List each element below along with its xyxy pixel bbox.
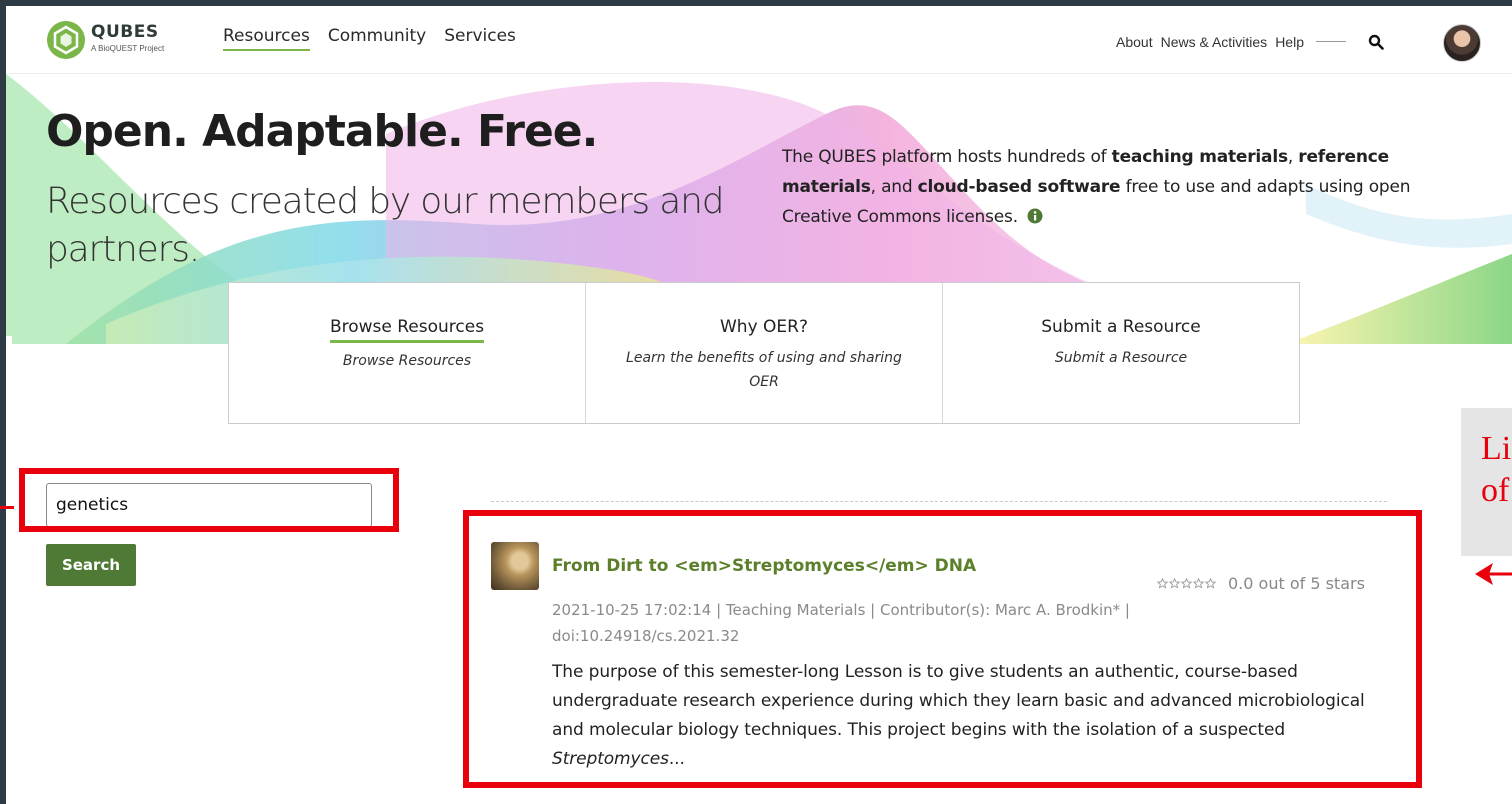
qubes-logo[interactable]: QUBES A BioQUEST Project	[46, 20, 186, 60]
search-icon[interactable]	[1368, 34, 1384, 50]
nav-news-activities[interactable]: News & Activities	[1161, 34, 1268, 50]
card-browse-resources[interactable]: Browse Resources Browse Resources	[229, 283, 585, 423]
card-title[interactable]: Submit a Resource	[1041, 317, 1201, 340]
nav-services[interactable]: Services	[444, 26, 516, 51]
desc-text: The QUBES platform hosts hundreds of	[782, 147, 1112, 167]
card-title[interactable]: Why OER?	[720, 317, 808, 340]
left-edge-panel	[6, 336, 12, 468]
card-why-oer[interactable]: Why OER? Learn the benefits of using and…	[585, 283, 942, 423]
nav-resources[interactable]: Resources	[223, 26, 310, 51]
card-subtitle: Browse Resources	[342, 353, 472, 369]
main-nav: Resources Community Services	[223, 26, 516, 51]
logo-name: QUBES	[91, 22, 159, 42]
hero-title: Open. Adaptable. Free.	[46, 106, 598, 157]
annotation-line	[0, 506, 14, 509]
annotation-box-result	[463, 510, 1422, 788]
annotation-box-search	[19, 468, 399, 532]
card-subtitle: Learn the benefits of using and sharing …	[626, 350, 902, 390]
nav-help[interactable]: Help	[1275, 34, 1304, 50]
annotation-callout: Li of	[1461, 408, 1512, 556]
site-header: QUBES A BioQUEST Project Resources Commu…	[6, 6, 1512, 74]
nav-community[interactable]: Community	[328, 26, 426, 51]
user-avatar[interactable]	[1443, 24, 1481, 62]
qubes-logo-icon	[47, 21, 85, 59]
nav-about[interactable]: About	[1116, 34, 1153, 50]
nav-divider	[1315, 41, 1346, 42]
desc-text: ,	[1287, 147, 1299, 167]
hero-subtitle: Resources created by our members and par…	[46, 181, 725, 270]
logo-subtitle: A BioQUEST Project	[91, 44, 165, 53]
card-title[interactable]: Browse Resources	[329, 317, 485, 343]
desc-text: , and	[870, 177, 918, 197]
card-subtitle: Submit a Resource	[1054, 350, 1188, 366]
callout-line-2: of	[1481, 472, 1510, 509]
utility-nav: About News & Activities Help	[1116, 33, 1384, 50]
info-icon[interactable]	[1027, 208, 1043, 224]
red-arrow-icon	[1475, 563, 1512, 585]
hero-description: The QUBES platform hosts hundreds of tea…	[782, 142, 1462, 232]
card-submit-resource[interactable]: Submit a Resource Submit a Resource	[942, 283, 1299, 423]
search-button[interactable]: Search	[46, 544, 136, 586]
resource-cards: Browse Resources Browse Resources Why OE…	[228, 282, 1300, 424]
desc-bold-teaching: teaching materials	[1111, 147, 1288, 167]
callout-line-1: Li	[1481, 430, 1512, 467]
desc-bold-software: cloud-based software	[917, 177, 1121, 197]
results-divider	[491, 501, 1387, 502]
